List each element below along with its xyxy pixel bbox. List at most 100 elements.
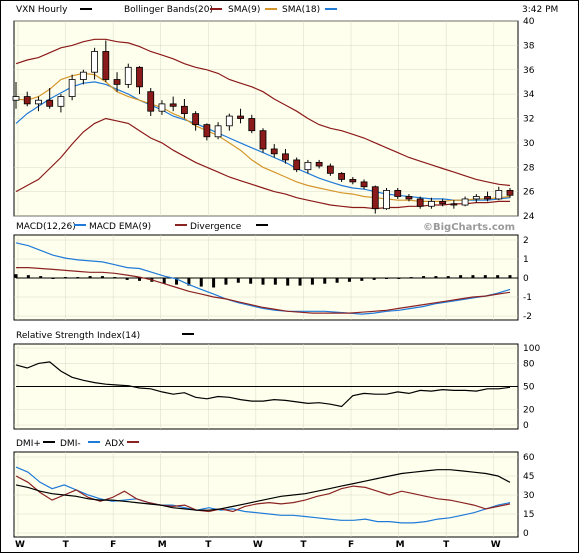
macd-ema-label: MACD EMA(9): [89, 222, 151, 232]
candle-body: [23, 96, 31, 105]
macd-y-tick-label: 2: [523, 236, 529, 246]
candle-body: [484, 196, 491, 200]
macd-histogram-bar: [422, 276, 426, 278]
macd-histogram-bar: [508, 275, 512, 278]
macd-histogram-bar: [471, 275, 475, 278]
macd-histogram-bar: [261, 278, 265, 285]
macd-histogram-bar: [335, 278, 339, 283]
price-y-tick-label: 34: [523, 90, 535, 100]
macd-histogram-bar: [409, 277, 413, 279]
adx-label: ADX: [105, 439, 124, 449]
candle-body: [214, 125, 222, 138]
rsi-title: Relative Strength Index(14): [16, 331, 140, 341]
macd-histogram-bar: [113, 277, 117, 279]
candle-body: [35, 99, 42, 105]
watermark: ©BigCharts.com: [423, 222, 515, 233]
macd-histogram-bar: [212, 278, 216, 288]
macd-histogram-bar: [273, 278, 277, 285]
macd-histogram-bar: [323, 278, 327, 284]
candle-body: [416, 198, 424, 207]
macd-y-tick-label: -1: [523, 293, 532, 303]
candle-body: [248, 118, 256, 132]
x-day-label: W: [15, 540, 25, 550]
candle-body: [68, 79, 76, 97]
macd-histogram-bar: [26, 275, 30, 278]
candle-body: [147, 91, 155, 112]
rsi-y-tick-label: 100: [523, 344, 540, 354]
stock-chart-page: VXN Hourly Bollinger Bands(20) SMA(9) SM…: [0, 0, 579, 553]
candle-body: [102, 51, 110, 80]
dmi-minus-label: DMI-: [60, 439, 81, 449]
price-y-tick-label: 36: [523, 66, 535, 76]
macd-histogram-bar: [199, 278, 203, 287]
candle-body: [495, 190, 503, 200]
bigcharts-chart: VXN Hourly Bollinger Bands(20) SMA(9) SM…: [0, 0, 579, 553]
candle-body: [124, 66, 132, 85]
x-day-label: T: [205, 540, 212, 550]
dmi-y-tick-label: 15: [523, 510, 534, 520]
x-day-label: F: [110, 540, 116, 550]
candle-body: [428, 200, 435, 207]
candle-body: [304, 161, 312, 171]
candle-body: [181, 105, 188, 115]
macd-histogram-bar: [496, 275, 500, 278]
price-y-tick-label: 32: [523, 115, 534, 125]
candle-body: [405, 196, 413, 200]
rsi-y-tick-label: 50: [523, 383, 535, 393]
candle-body: [371, 186, 379, 210]
candle-body: [450, 203, 458, 206]
macd-histogram-bar: [446, 276, 450, 278]
candle-body: [91, 51, 98, 73]
candle-body: [136, 66, 143, 88]
time-label: 3:42 PM: [522, 5, 558, 15]
rsi-y-tick-label: 20: [523, 406, 535, 416]
macd-histogram-bar: [100, 276, 104, 278]
candle-body: [158, 103, 166, 112]
x-day-label: W: [491, 540, 501, 550]
candle-body: [192, 113, 200, 125]
candle-body: [326, 165, 334, 174]
x-day-label: T: [443, 540, 450, 550]
macd-histogram-bar: [249, 278, 253, 284]
candle-body: [259, 130, 267, 150]
candle-body: [79, 71, 87, 80]
x-day-label: T: [63, 540, 70, 550]
dmi-panel: [13, 451, 519, 538]
macd-histogram-bar: [459, 275, 463, 278]
candle-body: [360, 181, 368, 188]
macd-y-tick-label: 1: [523, 255, 529, 265]
candle-body: [439, 200, 447, 205]
candle-body: [394, 190, 402, 197]
macd-y-tick-label: 0: [523, 274, 529, 284]
dmi-y-tick-label: 30: [523, 491, 535, 501]
macd-y-tick-label: -2: [523, 312, 532, 322]
macd-histogram-bar: [88, 276, 92, 278]
candle-body: [383, 190, 390, 210]
candle-body: [293, 159, 301, 171]
candle-body: [461, 198, 469, 206]
dmi-y-tick-label: 60: [523, 453, 535, 463]
macd-title: MACD(12,26): [16, 222, 76, 232]
x-day-label: M: [158, 540, 167, 550]
rsi-y-tick-label: 80: [523, 359, 535, 369]
candle-body: [12, 96, 20, 101]
price-y-tick-label: 28: [523, 163, 535, 173]
candle-body: [237, 115, 244, 119]
divergence-label: Divergence: [190, 222, 242, 232]
candle-body: [270, 148, 278, 155]
macd-histogram-bar: [360, 278, 364, 281]
x-day-label: M: [396, 540, 405, 550]
dmi-y-tick-label: 45: [523, 472, 534, 482]
macd-histogram-bar: [483, 275, 487, 278]
macd-histogram-bar: [385, 278, 388, 279]
macd-histogram-bar: [347, 278, 351, 282]
macd-histogram-bar: [125, 278, 129, 280]
macd-histogram-bar: [310, 278, 314, 285]
candle-body: [282, 153, 289, 161]
candle-body: [506, 190, 514, 196]
candle-body: [46, 99, 54, 107]
macd-histogram-bar: [298, 278, 302, 286]
sma18-label: SMA(18): [282, 5, 320, 15]
price-y-tick-label: 26: [523, 188, 535, 198]
macd-histogram-bar: [39, 276, 43, 278]
